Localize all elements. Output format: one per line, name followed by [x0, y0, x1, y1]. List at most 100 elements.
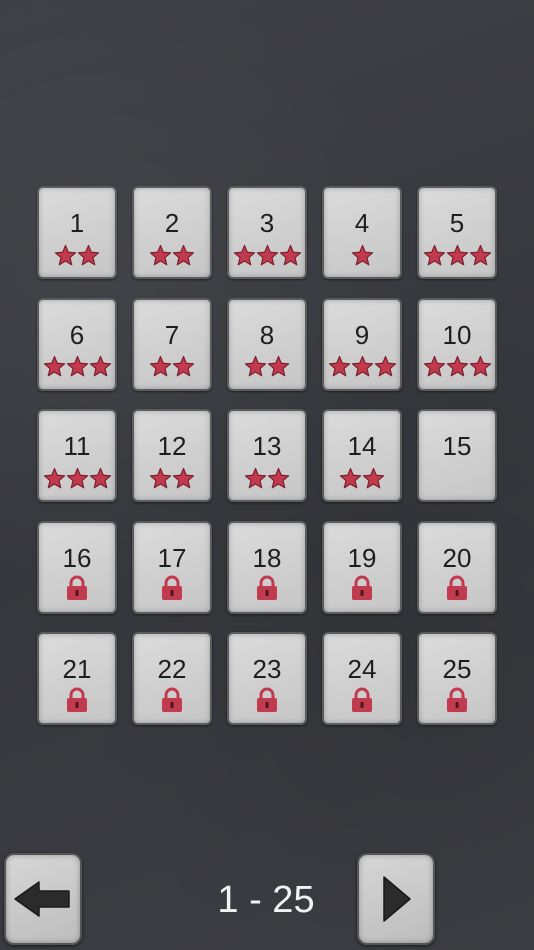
star-rating [419, 243, 495, 267]
star-icon [469, 355, 491, 377]
star-icon [172, 355, 195, 377]
lock-indicator [419, 687, 495, 713]
star-icon [77, 244, 100, 265]
lock-icon [447, 575, 467, 600]
star-rating [134, 466, 210, 490]
star-icon [244, 467, 267, 488]
star-rating [134, 243, 210, 267]
level-tile[interactable]: 6 [37, 297, 117, 391]
level-number: 16 [62, 542, 92, 573]
star-icon [267, 355, 290, 377]
level-tile[interactable]: 22 [132, 632, 212, 725]
star-icon [244, 355, 267, 377]
lock-icon [67, 687, 87, 712]
level-tile[interactable]: 4 [322, 186, 402, 279]
level-number: 3 [259, 208, 275, 238]
level-number: 2 [164, 208, 180, 238]
level-tile[interactable]: 5 [417, 186, 497, 279]
star-icon [328, 355, 350, 377]
lock-indicator [419, 575, 495, 602]
lock-icon [352, 575, 372, 600]
star-icon [351, 244, 373, 265]
arrow-left-icon [14, 881, 70, 917]
level-number: 15 [442, 431, 472, 461]
lock-icon [162, 687, 182, 712]
level-number: 8 [259, 319, 275, 350]
star-icon [54, 244, 77, 265]
level-number: 13 [252, 431, 282, 461]
level-tile[interactable]: 23 [227, 632, 307, 725]
level-tile[interactable]: 8 [227, 297, 307, 391]
level-tile[interactable]: 15 [417, 409, 497, 502]
next-page-button[interactable] [357, 853, 435, 945]
level-number: 14 [347, 431, 377, 461]
star-icon [423, 244, 445, 265]
level-tile[interactable]: 18 [227, 520, 307, 614]
previous-page-button[interactable] [4, 853, 82, 945]
star-rating [419, 466, 495, 490]
star-icon [256, 244, 278, 265]
level-tile[interactable]: 12 [132, 409, 212, 502]
star-icon [149, 244, 172, 265]
level-tile[interactable]: 19 [322, 520, 402, 614]
level-number: 18 [252, 542, 282, 573]
star-icon [172, 467, 195, 488]
level-tile[interactable]: 24 [322, 632, 402, 725]
star-rating [39, 243, 115, 267]
level-number: 4 [354, 208, 370, 238]
level-number: 22 [157, 654, 187, 684]
star-rating [419, 355, 495, 379]
level-tile[interactable]: 20 [417, 520, 497, 614]
level-number: 23 [252, 654, 282, 684]
level-number: 19 [347, 542, 377, 573]
level-number: 11 [63, 431, 91, 461]
level-tile[interactable]: 16 [37, 520, 117, 614]
level-tile[interactable]: 25 [417, 632, 497, 725]
star-rating [324, 243, 400, 267]
level-number: 10 [442, 319, 472, 350]
lock-indicator [229, 575, 305, 602]
level-tile[interactable]: 21 [37, 632, 117, 725]
star-icon [267, 467, 290, 488]
level-tile[interactable]: 11 [37, 409, 117, 502]
level-number: 21 [62, 654, 92, 684]
page-range-label: 1 - 25 [217, 879, 315, 921]
level-tile[interactable]: 17 [132, 520, 212, 614]
star-rating [229, 243, 305, 267]
level-tile[interactable]: 14 [322, 409, 402, 502]
star-rating [39, 466, 115, 490]
level-tile[interactable]: 13 [227, 409, 307, 502]
star-icon [89, 467, 111, 488]
level-number: 25 [442, 654, 472, 684]
star-rating [39, 355, 115, 379]
level-tile[interactable]: 1 [37, 186, 117, 279]
lock-icon [67, 575, 87, 600]
star-icon [43, 355, 65, 377]
star-icon [279, 244, 301, 265]
star-icon [423, 355, 445, 377]
level-number: 7 [164, 319, 180, 350]
level-number: 17 [157, 542, 187, 573]
star-icon [43, 467, 65, 488]
lock-indicator [324, 575, 400, 602]
level-tile[interactable]: 7 [132, 297, 212, 391]
level-number: 1 [69, 208, 85, 238]
star-icon [469, 244, 491, 265]
star-rating [324, 466, 400, 490]
lock-icon [257, 575, 277, 600]
level-tile[interactable]: 10 [417, 297, 497, 391]
level-number: 9 [354, 319, 370, 350]
level-tile[interactable]: 2 [132, 186, 212, 279]
star-icon [66, 467, 88, 488]
star-rating [229, 355, 305, 379]
level-tile[interactable]: 9 [322, 297, 402, 391]
star-icon [446, 244, 468, 265]
star-icon [339, 467, 362, 488]
star-icon [233, 244, 255, 265]
lock-indicator [39, 687, 115, 713]
lock-indicator [39, 575, 115, 602]
star-icon [446, 355, 468, 377]
lock-indicator [324, 687, 400, 713]
star-icon [172, 244, 195, 265]
level-tile[interactable]: 3 [227, 186, 307, 279]
